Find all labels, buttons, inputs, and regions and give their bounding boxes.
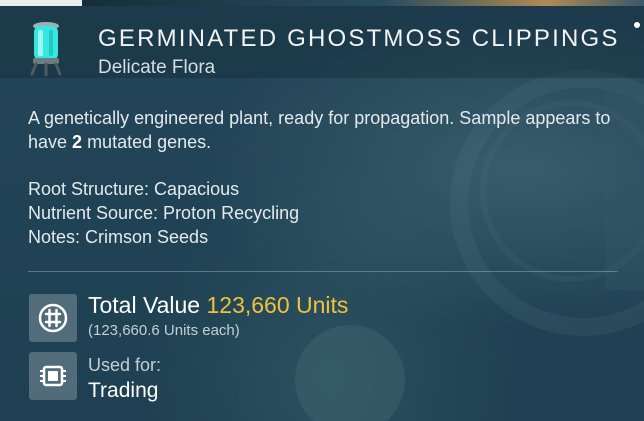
mutation-count: 2 — [72, 132, 83, 152]
units-currency-icon — [29, 294, 77, 342]
property-nutrient-source: Nutrient Source: Proton Recycling — [28, 203, 300, 223]
total-value-label: Total Value — [88, 292, 201, 318]
property-root-structure: Root Structure: Capacious — [28, 179, 240, 199]
item-detail-screen: GERMINATED GHOSTMOSS CLIPPINGS Delicate … — [0, 0, 644, 421]
total-value-amount: 123,660 Units — [206, 292, 349, 318]
item-category: Delicate Flora — [98, 57, 216, 78]
trade-chip-icon — [29, 352, 77, 400]
used-for-value: Trading — [88, 379, 159, 402]
item-title: GERMINATED GHOSTMOSS CLIPPINGS — [98, 25, 620, 52]
total-value: Total Value 123,660 Units — [88, 292, 348, 319]
item-properties: Root Structure: Capacious Nutrient Sourc… — [28, 177, 299, 249]
glowing-capsule-icon — [24, 20, 68, 77]
section-divider — [28, 271, 618, 272]
used-for-label: Used for: — [88, 355, 162, 375]
menu-dot-icon — [634, 22, 640, 28]
item-description: A genetically engineered plant, ready fo… — [28, 106, 618, 154]
property-notes: Notes: Crimson Seeds — [28, 227, 209, 247]
description-text-end: mutated genes. — [82, 132, 212, 152]
unit-value: (123,660.6 Units each) — [88, 322, 240, 339]
item-header: GERMINATED GHOSTMOSS CLIPPINGS Delicate … — [0, 6, 644, 78]
